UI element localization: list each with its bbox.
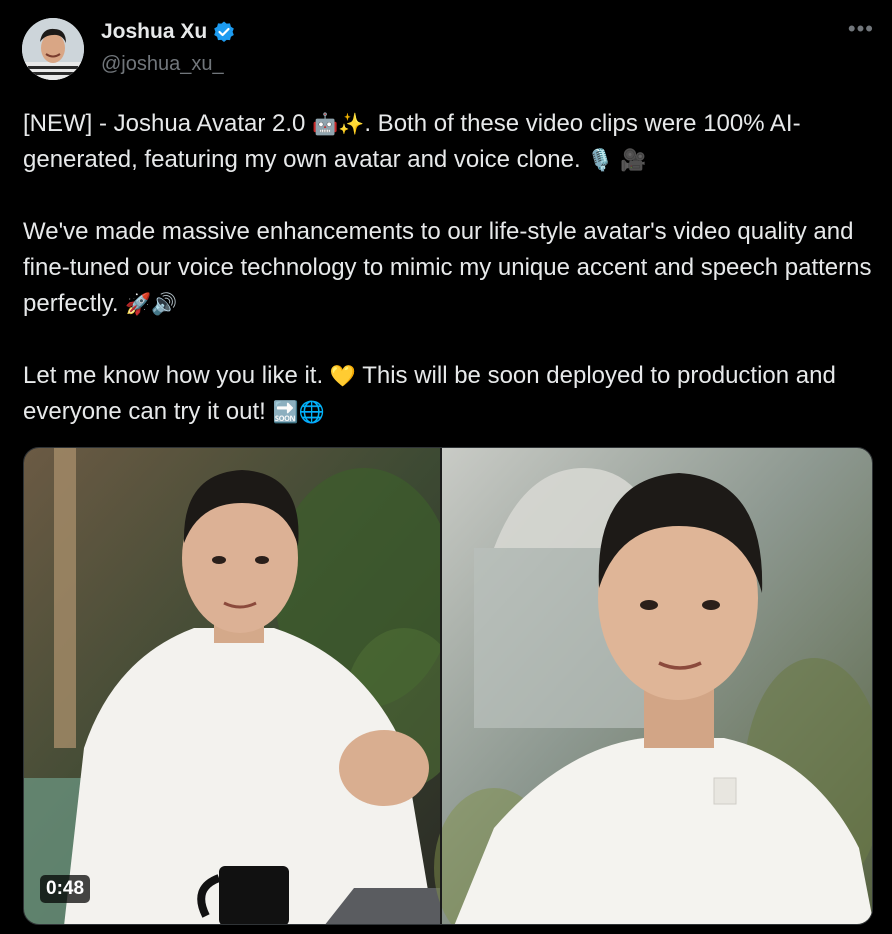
- tweet-paragraph: We've made massive enhancements to our l…: [23, 214, 878, 322]
- video-duration-badge: 0:48: [40, 875, 91, 903]
- more-horizontal-icon[interactable]: •••: [848, 18, 874, 40]
- tweet-text: [NEW] - Joshua Avatar 2.0 🤖✨. Both of th…: [23, 106, 878, 430]
- author-handle[interactable]: @joshua_xu_: [101, 53, 224, 76]
- soon-arrow-emoji: 🔜: [272, 400, 299, 424]
- video-thumbnail: [24, 448, 872, 924]
- globe-emoji: 🌐: [298, 400, 325, 424]
- author-name-row: Joshua Xu: [101, 20, 236, 44]
- tweet-text-segment: Let me know how you like it.: [23, 362, 330, 389]
- tweet: Joshua Xu @joshua_xu_ ••• [NEW] - Joshua…: [0, 0, 892, 934]
- yellow-heart-emoji: 💛: [329, 364, 356, 388]
- verified-badge-icon: [212, 20, 236, 44]
- robot-emoji: 🤖: [312, 112, 339, 136]
- tweet-text-segment: [NEW] - Joshua Avatar 2.0: [23, 110, 313, 137]
- movie-camera-emoji: 🎥: [620, 148, 647, 172]
- avatar-video-frame-closeup: [434, 448, 872, 924]
- microphone-emoji: 🎙️: [587, 148, 614, 172]
- tweet-paragraph: Let me know how you like it. 💛 This will…: [23, 358, 878, 430]
- avatar-video-frame-desk: [24, 448, 464, 924]
- author-avatar[interactable]: [22, 18, 84, 80]
- sparkles-emoji: ✨: [338, 112, 365, 136]
- rocket-emoji: 🚀: [125, 292, 152, 316]
- speaker-emoji: 🔊: [151, 292, 178, 316]
- video-player[interactable]: [23, 447, 873, 925]
- tweet-paragraph: [NEW] - Joshua Avatar 2.0 🤖✨. Both of th…: [23, 106, 878, 178]
- author-display-name[interactable]: Joshua Xu: [101, 20, 207, 44]
